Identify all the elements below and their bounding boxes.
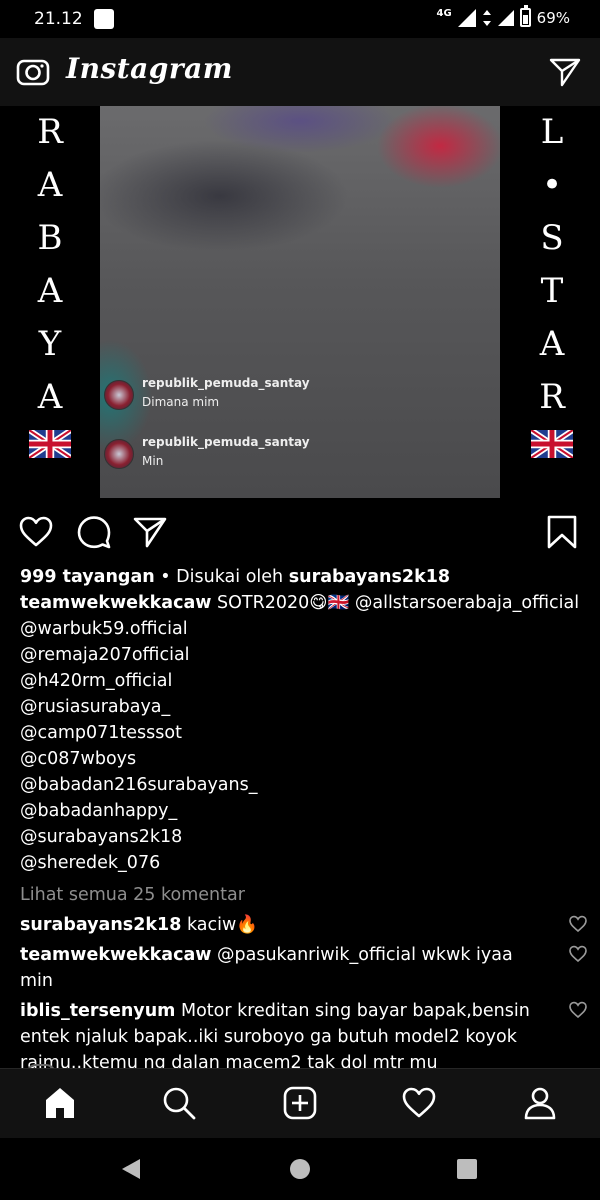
- video-frame[interactable]: republik_pemuda_santay Dimana mim republ…: [100, 106, 500, 498]
- comment-bubble-icon[interactable]: [76, 514, 112, 550]
- caption-mention[interactable]: @surabayans2k18: [20, 824, 590, 850]
- caption-mention[interactable]: @sheredek_076: [20, 850, 590, 876]
- live-comment-user: republik_pemuda_santay: [142, 435, 310, 449]
- side-letter: L: [540, 112, 564, 152]
- post-media[interactable]: R A B A Y A republik_pemuda_santay Diman…: [0, 106, 600, 504]
- back-icon[interactable]: [120, 1158, 142, 1180]
- live-comment-avatar: [104, 380, 134, 410]
- live-comment: republik_pemuda_santay Min: [104, 435, 310, 469]
- new-post-icon[interactable]: [282, 1085, 318, 1121]
- status-time: 21.12: [34, 9, 83, 29]
- caption-text: SOTR2020😋🇬🇧 @allstarsoerabaja_official: [211, 593, 580, 613]
- battery-percent: 69%: [536, 8, 570, 27]
- comment-like-heart-icon[interactable]: [568, 1000, 588, 1020]
- comment-item: surabayans2k18 kaciw🔥: [20, 912, 590, 938]
- caption-mention[interactable]: @babadan216surabayans_: [20, 772, 590, 798]
- comment-item: iblis_tersenyum Motor kreditan sing baya…: [20, 998, 590, 1076]
- system-nav-bar: [0, 1138, 600, 1200]
- comment-like-heart-icon[interactable]: [568, 914, 588, 934]
- camera-icon[interactable]: [16, 55, 50, 89]
- caption: teamwekwekkacaw SOTR2020😋🇬🇧 @allstarsoer…: [20, 590, 590, 616]
- comment-user[interactable]: surabayans2k18: [20, 915, 181, 935]
- caption-mention[interactable]: @remaja207official: [20, 642, 590, 668]
- caption-mention[interactable]: @h420rm_official: [20, 668, 590, 694]
- live-comment-avatar: [104, 439, 134, 469]
- activity-heart-icon[interactable]: [401, 1085, 437, 1121]
- side-letter: R: [37, 112, 63, 152]
- home-circle-icon[interactable]: [289, 1158, 311, 1180]
- side-letter: A: [37, 271, 63, 311]
- battery-icon: [519, 5, 531, 27]
- liked-by-prefix: • Disukai oleh: [154, 567, 289, 587]
- bookmark-icon[interactable]: [544, 514, 580, 550]
- live-comment-user: republik_pemuda_santay: [142, 376, 310, 390]
- notification-icon: [94, 9, 114, 29]
- side-letter: T: [540, 271, 564, 311]
- search-icon[interactable]: [161, 1085, 197, 1121]
- post-info: 999 tayangan • Disukai oleh surabayans2k…: [20, 564, 590, 1076]
- side-letter: A: [37, 165, 63, 205]
- network-label: 4G: [436, 8, 452, 19]
- side-letter: A: [37, 377, 63, 417]
- caption-mention[interactable]: @rusiasurabaya_: [20, 694, 590, 720]
- uk-flag-icon: [531, 430, 573, 458]
- uk-flag-icon: [29, 430, 71, 458]
- side-text-right: L • S T A R: [512, 106, 592, 458]
- view-all-comments-link[interactable]: Lihat semua 25 komentar: [20, 882, 590, 908]
- views-line: 999 tayangan • Disukai oleh surabayans2k…: [20, 564, 590, 590]
- comment-item: teamwekwekkacaw @pasukanriwik_official w…: [20, 942, 590, 994]
- network-icon: 4G: [436, 8, 451, 19]
- signal-icon: [457, 8, 476, 27]
- like-heart-icon[interactable]: [18, 514, 54, 550]
- caption-mention[interactable]: @camp071tesssot: [20, 720, 590, 746]
- direct-message-icon[interactable]: [548, 55, 582, 89]
- comment-user[interactable]: teamwekwekkacaw: [20, 945, 211, 965]
- app-header: Instagram: [0, 38, 600, 106]
- side-letter: R: [539, 377, 565, 417]
- home-icon[interactable]: [42, 1085, 78, 1121]
- status-bar: 21.12 4G 69%: [0, 0, 600, 38]
- comment-user[interactable]: iblis_tersenyum: [20, 1001, 175, 1021]
- status-indicators: 4G 69%: [436, 5, 570, 27]
- caption-mention[interactable]: @warbuk59.official: [20, 616, 590, 642]
- share-paper-plane-icon[interactable]: [132, 514, 168, 550]
- comment-text: kaciw🔥: [181, 915, 259, 935]
- side-letter: Y: [38, 324, 62, 364]
- side-letter: A: [539, 324, 565, 364]
- side-letter: B: [37, 218, 63, 258]
- side-letter: •: [541, 165, 563, 205]
- side-text-left: R A B A Y A: [10, 106, 90, 458]
- caption-mention[interactable]: @c087wboys: [20, 746, 590, 772]
- bottom-nav: [0, 1068, 600, 1138]
- liked-by-user[interactable]: surabayans2k18: [289, 567, 450, 587]
- cell-signal-icon: [497, 9, 514, 26]
- caption-author[interactable]: teamwekwekkacaw: [20, 593, 211, 613]
- live-comment-text: Dimana mim: [142, 395, 220, 409]
- instagram-logo[interactable]: Instagram: [66, 52, 233, 85]
- comment-like-heart-icon[interactable]: [568, 944, 588, 964]
- profile-icon[interactable]: [522, 1085, 558, 1121]
- view-count[interactable]: 999 tayangan: [20, 567, 155, 587]
- live-comment: republik_pemuda_santay Dimana mim: [104, 376, 310, 410]
- data-arrows-icon: [482, 9, 491, 26]
- side-letter: S: [540, 218, 564, 258]
- caption-mention[interactable]: @babadanhappy_: [20, 798, 590, 824]
- post-actions: [0, 504, 600, 560]
- live-comment-text: Min: [142, 454, 164, 468]
- recents-icon[interactable]: [456, 1158, 478, 1180]
